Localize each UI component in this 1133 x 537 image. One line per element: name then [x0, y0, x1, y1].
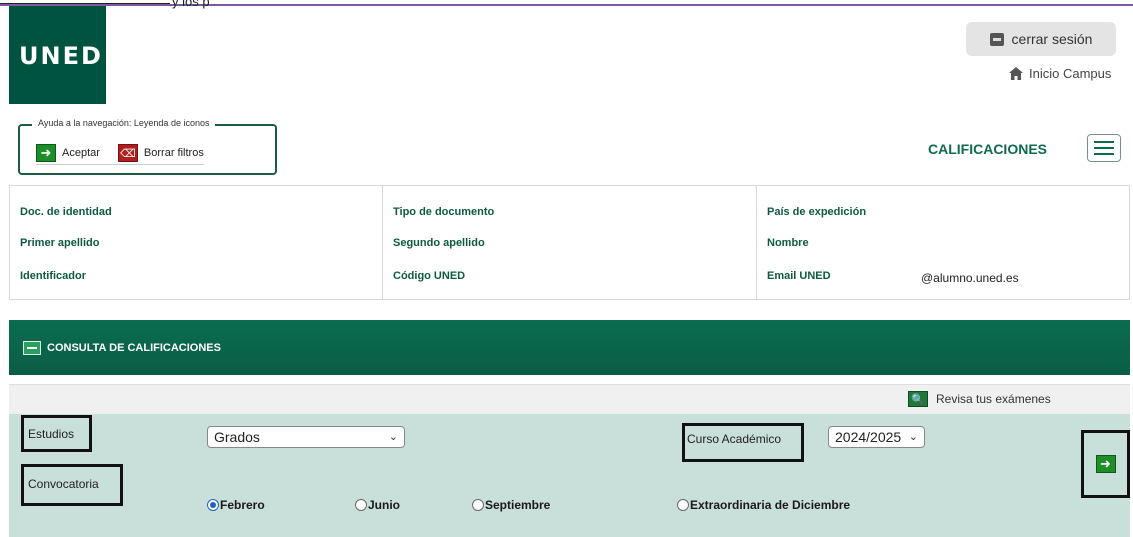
curso-select-value: 2024/2025: [835, 429, 902, 445]
collapse-minus-icon[interactable]: [23, 340, 41, 355]
radio-unchecked-icon[interactable]: [472, 499, 484, 511]
accept-label: Aceptar: [62, 147, 100, 159]
radio-septiembre-label: Septiembre: [485, 498, 551, 512]
curso-select[interactable]: 2024/2025 ⌄: [828, 426, 925, 448]
consulta-header[interactable]: CONSULTA DE CALIFICACIONES: [9, 320, 1130, 375]
estudios-select-value: Grados: [214, 429, 260, 445]
page-title: CALIFICACIONES: [928, 141, 1047, 157]
label-tipo-documento: Tipo de documento: [393, 206, 495, 218]
go-arrow-icon: ➜: [1095, 455, 1116, 473]
radio-junio-label: Junio: [368, 498, 400, 512]
radio-febrero-label: Febrero: [220, 498, 265, 512]
logout-button[interactable]: cerrar sesión: [966, 22, 1116, 56]
label-doc-identidad: Doc. de identidad: [20, 206, 112, 218]
home-icon: [1009, 67, 1023, 80]
submit-button[interactable]: ➜: [1081, 430, 1130, 498]
legend-items: ➜ Aceptar ⌫ Borrar filtros: [36, 144, 204, 165]
uned-logo[interactable]: UNED: [9, 6, 106, 104]
radio-septiembre[interactable]: Septiembre: [472, 498, 550, 512]
radio-junio[interactable]: Junio: [355, 498, 400, 512]
magnifier-icon: 🔍: [908, 391, 928, 407]
label-codigo-uned: Código UNED: [393, 270, 466, 282]
estudios-label: Estudios: [28, 427, 75, 441]
info-column-1: Doc. de identidad Primer apellido Identi…: [10, 186, 382, 299]
consulta-title: CONSULTA DE CALIFICACIONES: [47, 341, 221, 354]
info-column-2: Tipo de documento Segundo apellido Códig…: [382, 186, 756, 299]
radio-checked-icon[interactable]: [207, 499, 219, 511]
top-cropped-text: y los p: [172, 0, 210, 9]
student-info-panel: Doc. de identidad Primer apellido Identi…: [9, 185, 1130, 300]
estudios-select[interactable]: Grados ⌄: [207, 426, 405, 448]
convocatoria-label: Convocatoria: [28, 477, 99, 491]
menu-hamburger-icon[interactable]: [1087, 134, 1121, 162]
radio-unchecked-icon[interactable]: [355, 499, 367, 511]
label-email-uned: Email UNED: [767, 270, 831, 282]
label-pais-expedicion: País de expedición: [767, 206, 867, 218]
curso-label: Curso Académico: [687, 432, 782, 446]
label-nombre: Nombre: [767, 237, 809, 249]
clear-filters-icon: ⌫: [117, 144, 138, 162]
review-bar: 🔍 Revisa tus exámenes: [9, 384, 1130, 414]
email-value: @alumno.uned.es: [921, 271, 1019, 285]
icon-legend: Ayuda a la navegación: Leyenda de iconos…: [18, 118, 277, 175]
radio-extraordinaria-label: Extraordinaria de Diciembre: [690, 498, 851, 512]
clear-filters-label: Borrar filtros: [143, 147, 204, 159]
home-campus-link[interactable]: Inicio Campus: [1009, 66, 1111, 81]
logout-label: cerrar sesión: [1011, 31, 1093, 47]
logo-text: UNED: [19, 42, 103, 70]
info-column-3: País de expedición Nombre Email UNED @al…: [756, 186, 1129, 299]
chevron-down-icon: ⌄: [388, 431, 398, 443]
label-primer-apellido: Primer apellido: [20, 237, 100, 249]
logout-icon: [989, 32, 1004, 46]
home-label: Inicio Campus: [1029, 66, 1112, 81]
accept-arrow-icon: ➜: [36, 144, 56, 162]
chevron-down-icon: ⌄: [908, 431, 918, 443]
radio-extraordinaria[interactable]: Extraordinaria de Diciembre: [677, 498, 850, 512]
top-divider: [0, 4, 1133, 6]
review-exams-link[interactable]: 🔍 Revisa tus exámenes: [908, 391, 1051, 407]
review-exams-label: Revisa tus exámenes: [936, 392, 1051, 406]
radio-unchecked-icon[interactable]: [677, 499, 689, 511]
label-segundo-apellido: Segundo apellido: [393, 237, 485, 249]
label-identificador: Identificador: [20, 270, 87, 282]
legend-title: Ayuda a la navegación: Leyenda de iconos: [32, 118, 216, 128]
radio-febrero[interactable]: Febrero: [207, 498, 265, 512]
filter-panel: [9, 414, 1130, 537]
top-cropped-bar: [0, 0, 170, 4]
